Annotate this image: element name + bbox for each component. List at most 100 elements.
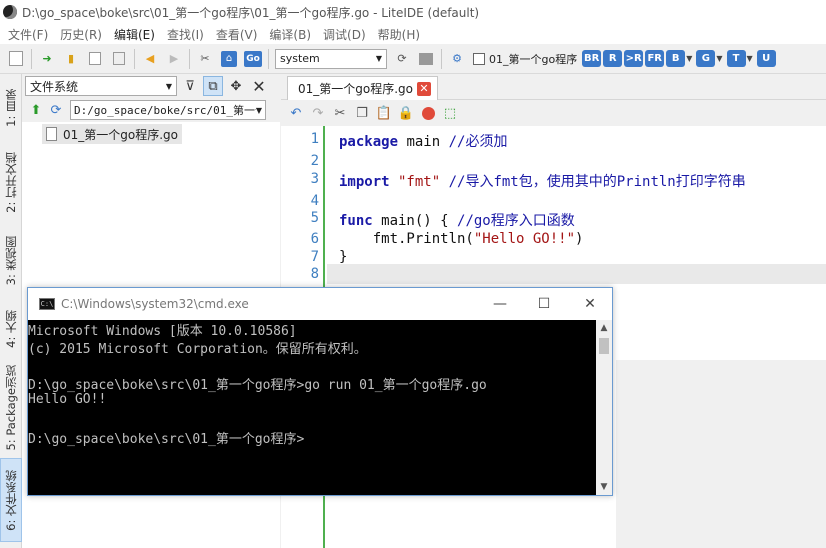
build-target-checkbox[interactable]: 01_第一个go程序 [473,51,577,67]
redo-icon[interactable]: ↷ [308,103,328,123]
main-toolbar: ➜ ▮ ◀ ▶ ✂ ⌂ Go system ▼ ⟳ ⚙ 01_第一个go程序 B… [0,44,826,74]
back-icon[interactable]: ◀ [140,49,160,69]
menu-bar: 文件(F) 历史(R) 编辑(E) 查找(I) 查看(V) 编译(B) 调试(D… [0,24,826,44]
chevron-down-icon[interactable]: ▼ [747,54,753,63]
side-tab-strip: 1: 目录 2: 打开文档 3: 类视图 4: 大纲 5: Package浏览 … [0,74,22,548]
tab-class-view[interactable]: 3: 类视图 [0,226,22,296]
menu-view[interactable]: 查看(V) [210,26,264,43]
open-file-icon[interactable]: ➜ [37,49,57,69]
code-line: fmt.Println("Hello GO!!") [339,231,584,247]
tools-icon[interactable]: ✂ [195,49,215,69]
go-icon[interactable]: Go [243,49,263,69]
tab-label: 2: 打开文档 [4,151,18,213]
line-number: 3 [310,171,319,187]
liteide-window: D:\go_space\boke\src\01_第一个go程序\01_第一个go… [0,0,826,548]
chevron-down-icon[interactable]: ▼ [686,54,692,63]
maximize-icon[interactable]: ☐ [534,294,554,314]
cmd-title-bar[interactable]: C:\ C:\Windows\system32\cmd.exe — ☐ ✕ [28,288,612,320]
path-bar: ⬆ ⟳ D:/go_space/boke/src/01_第一个 ▼ [22,98,280,122]
menu-build[interactable]: 编译(B) [263,26,317,43]
cmd-console[interactable]: Microsoft Windows [版本 10.0.10586] (c) 20… [28,320,596,495]
forward-icon[interactable]: ▶ [164,49,184,69]
undo-icon[interactable]: ↶ [286,103,306,123]
tab-file-system[interactable]: 6: 文件系统 [0,458,22,542]
menu-debug[interactable]: 调试(D) [317,26,372,43]
new-file-icon[interactable] [6,49,26,69]
split-icon[interactable]: ⧉ [203,76,223,96]
line-number: 4 [310,193,319,209]
code-line: import "fmt" //导入fmt包，使用其中的Println打印字符串 [339,174,746,190]
console-line: Hello GO!! [28,392,107,407]
lock-icon[interactable]: 🔒 [396,103,416,123]
sync-icon[interactable]: ⟳ [46,100,66,120]
up-arrow-icon[interactable]: ⬆ [26,100,46,120]
menu-history[interactable]: 历史(R) [54,26,108,43]
current-line-highlight [327,264,826,284]
menu-find[interactable]: 查找(I) [161,26,210,43]
cmd-title: C:\Windows\system32\cmd.exe [61,297,249,311]
chevron-down-icon: ▼ [255,105,262,115]
tab-label: 3: 类视图 [4,236,18,286]
run-button[interactable]: R [603,50,623,67]
chevron-down-icon: ▼ [375,54,382,63]
filter-icon[interactable]: ⊽ [180,76,200,96]
menu-file[interactable]: 文件(F) [2,26,54,43]
move-icon[interactable]: ✥ [226,76,246,96]
editor-toolbar: ↶ ↷ ✂ ❐ 📋 🔒 ⬚ [281,100,826,126]
get-button[interactable]: G [696,50,716,67]
tree-item-file[interactable]: 01_第一个go程序.go [42,124,183,144]
minimize-icon[interactable]: — [490,294,510,314]
chevron-down-icon[interactable]: ▼ [716,54,722,63]
copy-icon[interactable]: ❐ [352,103,372,123]
line-number: 6 [310,231,319,247]
open-folder-icon[interactable]: ▮ [61,49,81,69]
toolbar-separator [268,48,269,69]
file-name: 01_第一个go程序.go [63,127,179,142]
tab-label: 5: Package浏览 [4,365,18,451]
gear-icon[interactable]: ⚙ [447,49,467,69]
title-bar: D:\go_space\boke\src\01_第一个go程序\01_第一个go… [0,0,826,24]
checkbox-box[interactable] [473,52,485,65]
update-button[interactable]: U [756,50,776,67]
scroll-down-icon[interactable]: ▼ [596,479,612,495]
scroll-thumb[interactable] [599,338,609,354]
run-term-button[interactable]: >R [624,50,644,67]
test-button[interactable]: T [726,50,746,67]
close-icon[interactable]: ✕ [580,294,600,314]
file-run-button[interactable]: FR [645,50,665,67]
code-line: package main //必须加 [339,134,508,150]
code-line: func main() { //go程序入口函数 [339,213,575,229]
editor-empty-area [616,360,826,548]
menu-help[interactable]: 帮助(H) [372,26,426,43]
refresh-env-icon[interactable]: ⟳ [392,49,412,69]
record-icon[interactable] [418,103,438,123]
tab-label: 6: 文件系统 [4,469,18,531]
line-number: 7 [310,249,319,265]
menu-edit[interactable]: 编辑(E) [108,26,161,43]
panel-select[interactable]: 文件系统 ▼ [25,76,177,96]
env-settings-icon[interactable] [416,49,436,69]
paste-icon[interactable]: 📋 [374,103,394,123]
cmd-icon: C:\ [39,298,55,310]
editor-tab[interactable]: 01_第一个go程序.go ✕ [287,76,439,100]
save-all-icon[interactable] [109,49,129,69]
close-icon[interactable]: ✕ [417,81,432,96]
scroll-up-icon[interactable]: ▲ [596,320,612,336]
editor-tab-label: 01_第一个go程序.go [298,82,414,96]
tab-outline[interactable]: 4: 大纲 [0,300,22,358]
build-button[interactable]: B [666,50,686,67]
path-select[interactable]: D:/go_space/boke/src/01_第一个 ▼ [70,100,266,120]
environment-select[interactable]: system ▼ [275,48,387,69]
tab-open-documents[interactable]: 2: 打开文档 [0,142,22,222]
tab-directory[interactable]: 1: 目录 [0,78,22,138]
home-icon[interactable]: ⌂ [219,49,239,69]
cmd-scrollbar[interactable]: ▲ ▼ [596,320,612,495]
tab-package-browser[interactable]: 5: Package浏览 [0,362,22,454]
save-icon[interactable] [85,49,105,69]
close-icon[interactable]: ✕ [249,76,269,96]
line-number: 1 [310,131,319,147]
toolbar-separator [134,48,135,69]
cut-icon[interactable]: ✂ [330,103,350,123]
build-run-button[interactable]: BR [582,50,602,67]
export-icon[interactable]: ⬚ [440,103,460,123]
